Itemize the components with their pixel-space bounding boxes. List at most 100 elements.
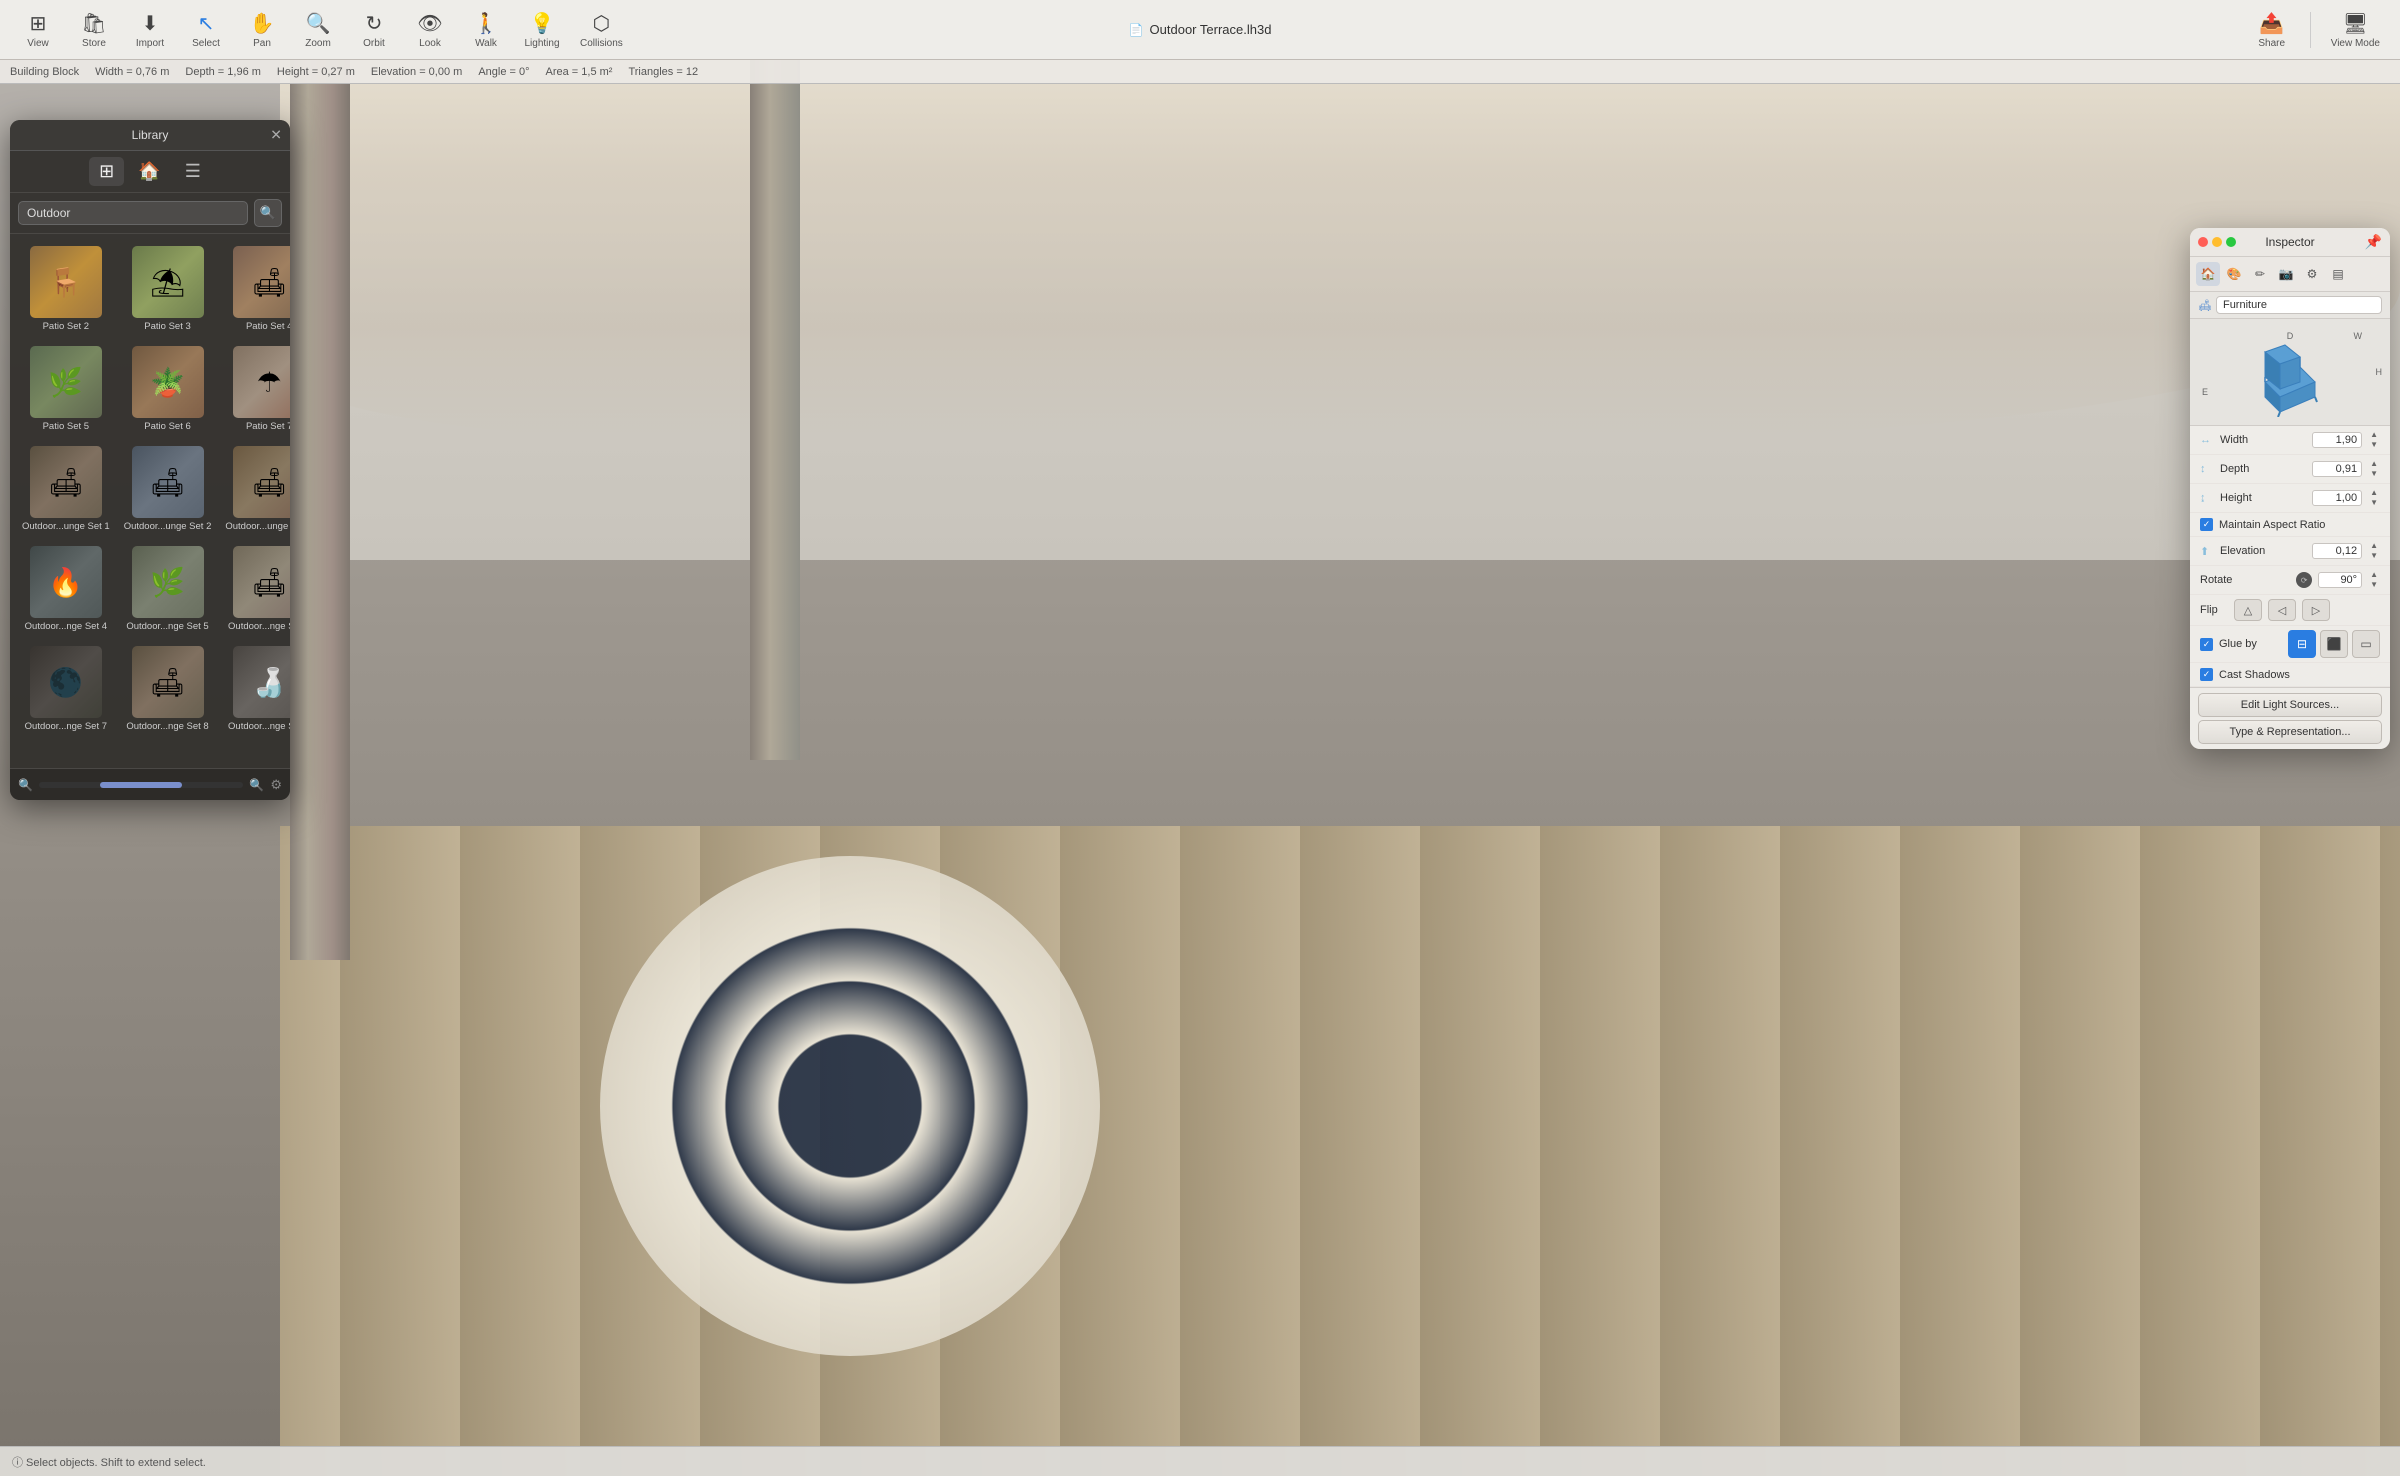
depth-input[interactable] bbox=[2312, 461, 2362, 477]
library-scrollbar-area: 🔍 🔍 ⚙ bbox=[10, 768, 290, 800]
library-item-patio3[interactable]: ⛱ Patio Set 3 bbox=[120, 242, 216, 336]
width-down[interactable]: ▼ bbox=[2368, 440, 2380, 450]
width-input[interactable] bbox=[2312, 432, 2362, 448]
library-item-lounge3[interactable]: 🛋 Outdoor...unge Set 3 bbox=[221, 442, 290, 536]
library-item-patio5[interactable]: 🌿 Patio Set 5 bbox=[18, 342, 114, 436]
library-item-lounge8[interactable]: 🛋 Outdoor...nge Set 8 bbox=[120, 642, 216, 736]
library-category-dropdown[interactable]: Outdoor bbox=[18, 201, 248, 225]
rotate-indicator[interactable]: ⟳ bbox=[2296, 572, 2312, 588]
flip-depth-button[interactable]: ▷ bbox=[2302, 599, 2330, 621]
library-search-button[interactable]: 🔍 bbox=[254, 199, 282, 227]
elevation-label: Elevation bbox=[2220, 545, 2306, 557]
glue-wall-button[interactable]: ▭ bbox=[2352, 630, 2380, 658]
lighting-icon: 💡 bbox=[530, 11, 555, 36]
elevation-stepper[interactable]: ▲ ▼ bbox=[2368, 541, 2380, 561]
viewmode-button[interactable]: 🖥 View Mode bbox=[2323, 7, 2388, 53]
inspector-pin-icon[interactable]: 📌 bbox=[2365, 234, 2382, 251]
toolbar-btn-import[interactable]: ⬇ Import bbox=[124, 7, 176, 53]
scroll-track[interactable] bbox=[39, 782, 243, 788]
height-stepper[interactable]: ▲ ▼ bbox=[2368, 488, 2380, 508]
rotate-down[interactable]: ▼ bbox=[2368, 580, 2380, 590]
close-dot[interactable] bbox=[2198, 237, 2208, 247]
inspector-tab-edit[interactable]: ✏ bbox=[2248, 262, 2272, 286]
library-item-patio7[interactable]: ☂ Patio Set 7 bbox=[221, 342, 290, 436]
toolbar-btn-orbit[interactable]: ↻ Orbit bbox=[348, 7, 400, 53]
depth-stepper[interactable]: ▲ ▼ bbox=[2368, 459, 2380, 479]
library-item-lounge7[interactable]: 🌑 Outdoor...nge Set 7 bbox=[18, 642, 114, 736]
inspector-tab-extra[interactable]: ▤ bbox=[2326, 262, 2350, 286]
main-viewport[interactable] bbox=[0, 0, 2400, 1476]
rotate-label: Rotate bbox=[2200, 574, 2290, 586]
toolbar-btn-store[interactable]: 🛍 Store bbox=[68, 7, 120, 53]
lib-thumb-lounge8: 🛋 bbox=[132, 646, 204, 718]
toolbar-btn-select[interactable]: ↖ Select bbox=[180, 7, 232, 53]
lib-label-patio4: Patio Set 4 bbox=[225, 321, 290, 332]
edit-light-sources-button[interactable]: Edit Light Sources... bbox=[2198, 693, 2382, 717]
library-item-patio4[interactable]: 🛋 Patio Set 4 bbox=[221, 242, 290, 336]
inspector-tab-furniture[interactable]: 🏠 bbox=[2196, 262, 2220, 286]
minimize-dot[interactable] bbox=[2212, 237, 2222, 247]
library-item-lounge6[interactable]: 🛋 Outdoor...nge Set 6 bbox=[221, 542, 290, 636]
info-item: Elevation = 0,00 m bbox=[371, 66, 462, 78]
library-item-lounge4[interactable]: 🔥 Outdoor...nge Set 4 bbox=[18, 542, 114, 636]
inspector-toolbar: 🏠 🎨 ✏ 📷 ⚙ ▤ bbox=[2190, 257, 2390, 292]
library-tab-grid[interactable]: ⊞ bbox=[89, 157, 124, 186]
lib-label-lounge9: Outdoor...nge Set 9 bbox=[225, 721, 290, 732]
lib-label-lounge2: Outdoor...unge Set 2 bbox=[124, 521, 212, 532]
maintain-aspect-checkbox[interactable]: ✓ bbox=[2200, 518, 2213, 531]
library-item-lounge5[interactable]: 🌿 Outdoor...nge Set 5 bbox=[120, 542, 216, 636]
dim-h-label: H bbox=[2376, 367, 2383, 377]
elevation-down[interactable]: ▼ bbox=[2368, 551, 2380, 561]
file-icon: 📄 bbox=[1129, 23, 1144, 37]
height-down[interactable]: ▼ bbox=[2368, 498, 2380, 508]
rotate-up[interactable]: ▲ bbox=[2368, 570, 2380, 580]
glue-ceiling-button[interactable]: ⬛ bbox=[2320, 630, 2348, 658]
toolbar-btn-collisions[interactable]: ⬡ Collisions bbox=[572, 7, 631, 53]
width-stepper[interactable]: ▲ ▼ bbox=[2368, 430, 2380, 450]
depth-up[interactable]: ▲ bbox=[2368, 459, 2380, 469]
library-item-patio6[interactable]: 🪴 Patio Set 6 bbox=[120, 342, 216, 436]
scroll-minus-icon[interactable]: 🔍 bbox=[18, 778, 33, 792]
rotate-input[interactable] bbox=[2318, 572, 2362, 588]
toolbar-btn-look[interactable]: 👁 Look bbox=[404, 7, 456, 53]
library-item-lounge9[interactable]: 🍶 Outdoor...nge Set 9 bbox=[221, 642, 290, 736]
height-up[interactable]: ▲ bbox=[2368, 488, 2380, 498]
height-input[interactable] bbox=[2312, 490, 2362, 506]
elevation-input[interactable] bbox=[2312, 543, 2362, 559]
category-select[interactable]: Furniture bbox=[2216, 296, 2382, 314]
scroll-plus-icon[interactable]: 🔍 bbox=[249, 778, 264, 792]
glue-floor-button[interactable]: ⊟ bbox=[2288, 630, 2316, 658]
lib-thumb-lounge6: 🛋 bbox=[233, 546, 290, 618]
inspector-tab-settings[interactable]: ⚙ bbox=[2300, 262, 2324, 286]
elevation-up[interactable]: ▲ bbox=[2368, 541, 2380, 551]
toolbar-btn-walk[interactable]: 🚶 Walk bbox=[460, 7, 512, 53]
library-item-lounge2[interactable]: 🛋 Outdoor...unge Set 2 bbox=[120, 442, 216, 536]
library-item-lounge1[interactable]: 🛋 Outdoor...unge Set 1 bbox=[18, 442, 114, 536]
maintain-aspect-label: Maintain Aspect Ratio bbox=[2219, 519, 2325, 531]
inspector-tab-materials[interactable]: 🎨 bbox=[2222, 262, 2246, 286]
library-close-button[interactable]: ✕ bbox=[270, 127, 282, 144]
flip-vertical-button[interactable]: ◁ bbox=[2268, 599, 2296, 621]
library-view-tabs: ⊞ 🏠 ☰ bbox=[10, 151, 290, 193]
library-tab-icon[interactable]: 🏠 bbox=[128, 157, 170, 186]
infobar: Building BlockWidth = 0,76 mDepth = 1,96… bbox=[0, 60, 2400, 84]
library-item-patio2[interactable]: 🪑 Patio Set 2 bbox=[18, 242, 114, 336]
library-panel: Library ✕ ⊞ 🏠 ☰ Outdoor 🔍 🪑 Patio Set 2 … bbox=[10, 120, 290, 800]
toolbar-btn-lighting[interactable]: 💡 Lighting bbox=[516, 7, 568, 53]
depth-down[interactable]: ▼ bbox=[2368, 469, 2380, 479]
inspector-tab-camera[interactable]: 📷 bbox=[2274, 262, 2298, 286]
maximize-dot[interactable] bbox=[2226, 237, 2236, 247]
toolbar-btn-zoom[interactable]: 🔍 Zoom bbox=[292, 7, 344, 53]
rotate-stepper[interactable]: ▲ ▼ bbox=[2368, 570, 2380, 590]
cast-shadows-checkbox[interactable]: ✓ bbox=[2200, 668, 2213, 681]
flip-horizontal-button[interactable]: △ bbox=[2234, 599, 2262, 621]
toolbar-btn-view[interactable]: ⊞ View bbox=[12, 7, 64, 53]
scroll-settings-icon[interactable]: ⚙ bbox=[270, 777, 282, 793]
share-button[interactable]: 📤 Share bbox=[2246, 7, 2298, 53]
toolbar-btn-pan[interactable]: ✋ Pan bbox=[236, 7, 288, 53]
inspector-title: Inspector bbox=[2265, 235, 2314, 249]
type-representation-button[interactable]: Type & Representation... bbox=[2198, 720, 2382, 744]
glue-by-checkbox[interactable]: ✓ bbox=[2200, 638, 2213, 651]
library-tab-list[interactable]: ☰ bbox=[175, 157, 211, 186]
width-up[interactable]: ▲ bbox=[2368, 430, 2380, 440]
